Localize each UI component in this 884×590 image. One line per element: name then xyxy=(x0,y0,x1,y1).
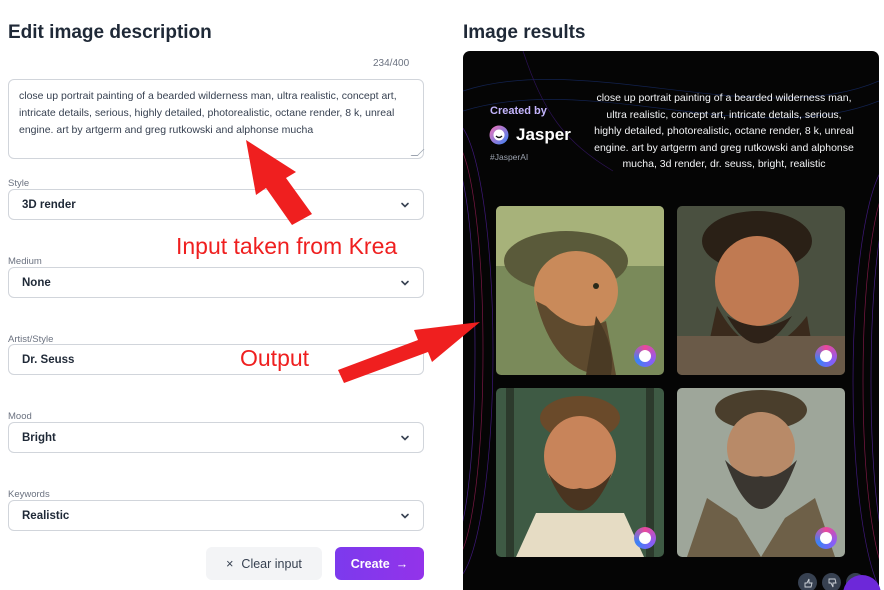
description-text: close up portrait painting of a bearded … xyxy=(19,90,397,136)
jasper-hashtag: #JasperAI xyxy=(490,152,529,162)
close-icon: × xyxy=(226,556,234,571)
keywords-label: Keywords xyxy=(8,489,50,500)
character-counter: 234/400 xyxy=(373,58,410,69)
description-textarea[interactable]: close up portrait painting of a bearded … xyxy=(8,79,425,159)
jasper-brand-name: Jasper xyxy=(516,125,571,144)
mood-label: Mood xyxy=(8,411,32,422)
chevron-down-icon xyxy=(401,513,409,519)
chevron-down-icon xyxy=(401,435,409,441)
resize-handle-icon[interactable] xyxy=(410,149,425,156)
medium-select[interactable]: None xyxy=(8,267,424,298)
created-by-label: Created by xyxy=(490,105,547,117)
result-image[interactable] xyxy=(496,388,664,557)
artist-style-select[interactable]: Dr. Seuss xyxy=(8,344,424,375)
chevron-down-icon xyxy=(401,202,409,208)
image-results-panel: Created by Jasper #JasperAI close up por… xyxy=(463,51,879,590)
style-label: Style xyxy=(8,178,30,189)
image-results-title: Image results xyxy=(463,22,586,43)
annotation-input-note: Input taken from Krea xyxy=(176,233,398,259)
clear-input-button[interactable]: × Clear input xyxy=(206,547,322,580)
jasper-badge-icon xyxy=(815,345,837,367)
mood-value: Bright xyxy=(22,431,56,444)
artist-style-value: Dr. Seuss xyxy=(22,353,75,366)
chevron-down-icon xyxy=(401,280,409,286)
style-select[interactable]: 3D render xyxy=(8,189,424,220)
jasper-badge-icon xyxy=(634,345,656,367)
create-button[interactable]: Create → xyxy=(335,547,424,580)
edit-description-title: Edit image description xyxy=(8,22,212,43)
result-image[interactable] xyxy=(496,206,664,375)
jasper-badge-icon xyxy=(815,527,837,549)
thumbs-down-icon[interactable] xyxy=(822,573,841,590)
jasper-badge-icon xyxy=(634,527,656,549)
result-prompt: close up portrait painting of a bearded … xyxy=(594,92,854,170)
create-label: Create xyxy=(350,556,390,571)
medium-value: None xyxy=(22,276,51,289)
arrow-right-icon: → xyxy=(395,556,409,571)
clear-input-label: Clear input xyxy=(241,556,302,571)
keywords-select[interactable]: Realistic xyxy=(8,500,424,531)
result-image[interactable] xyxy=(677,388,845,557)
result-image[interactable] xyxy=(677,206,845,375)
keywords-value: Realistic xyxy=(22,509,70,522)
mood-select[interactable]: Bright xyxy=(8,422,424,453)
jasper-logo: Jasper xyxy=(489,125,571,145)
medium-label: Medium xyxy=(8,256,42,267)
style-value: 3D render xyxy=(22,198,76,211)
annotation-output-note: Output xyxy=(240,345,310,371)
thumbs-up-icon[interactable] xyxy=(798,573,817,590)
jasper-icon xyxy=(489,125,509,145)
